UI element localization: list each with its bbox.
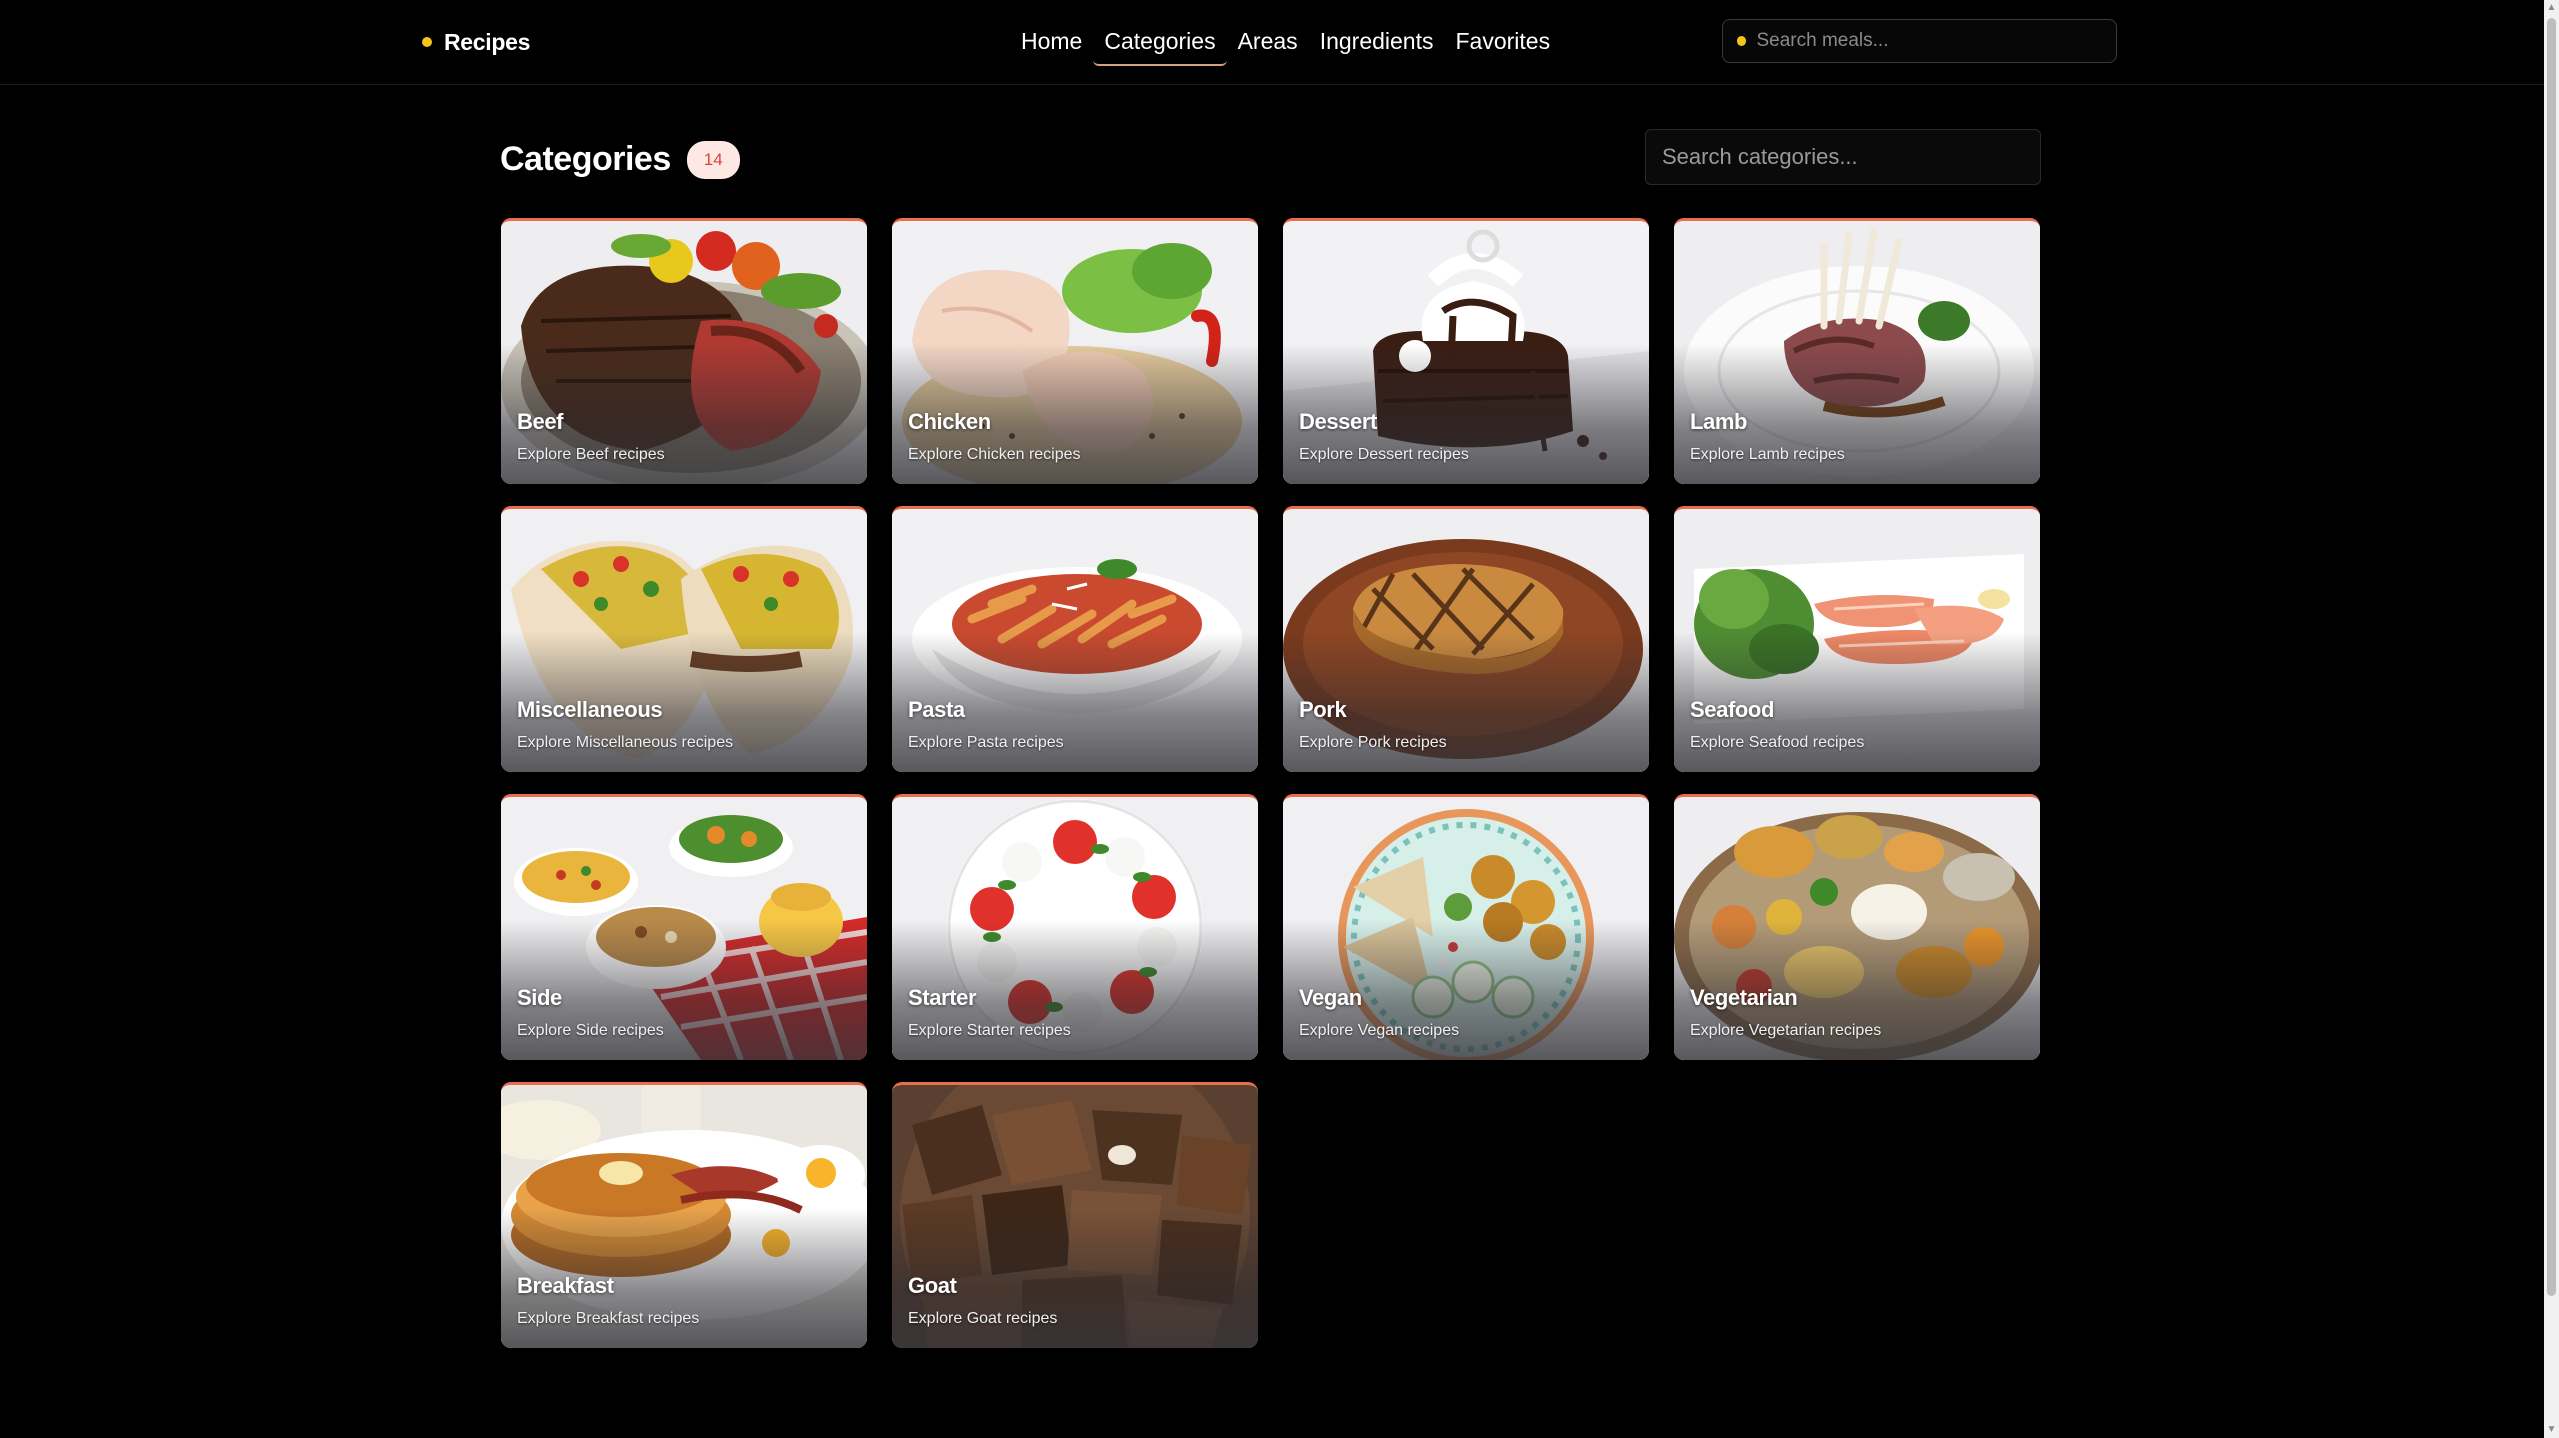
- top-navbar: Recipes Home Categories Areas Ingredient…: [0, 0, 2544, 85]
- category-description: Explore Dessert recipes: [1299, 446, 1469, 463]
- nav-areas[interactable]: Areas: [1227, 20, 1309, 66]
- category-card-goat[interactable]: Goat Explore Goat recipes: [892, 1082, 1258, 1348]
- category-card-lamb[interactable]: Lamb Explore Lamb recipes: [1674, 218, 2040, 484]
- category-card-vegetarian[interactable]: Vegetarian Explore Vegetarian recipes: [1674, 794, 2040, 1060]
- category-card-chicken[interactable]: Chicken Explore Chicken recipes: [892, 218, 1258, 484]
- brand-name: Recipes: [444, 28, 531, 55]
- category-card-breakfast[interactable]: Breakfast Explore Breakfast recipes: [501, 1082, 867, 1348]
- category-description: Explore Seafood recipes: [1690, 734, 1865, 751]
- category-card-side[interactable]: Side Explore Side recipes: [501, 794, 867, 1060]
- category-card-vegan[interactable]: Vegan Explore Vegan recipes: [1283, 794, 1649, 1060]
- category-name: Starter: [908, 985, 977, 1010]
- category-card-miscellaneous[interactable]: Miscellaneous Explore Miscellaneous reci…: [501, 506, 867, 772]
- scrollbar-thumb[interactable]: [2547, 18, 2556, 1296]
- category-description: Explore Breakfast recipes: [517, 1310, 700, 1327]
- main-nav: Home Categories Areas Ingredients Favori…: [1010, 20, 1561, 66]
- vertical-scrollbar[interactable]: ▲ ▼: [2544, 0, 2559, 1438]
- category-description: Explore Goat recipes: [908, 1310, 1058, 1327]
- category-name: Breakfast: [517, 1273, 614, 1298]
- category-description: Explore Pork recipes: [1299, 734, 1447, 751]
- category-card-starter[interactable]: Starter Explore Starter recipes: [892, 794, 1258, 1060]
- category-description: Explore Vegan recipes: [1299, 1022, 1460, 1039]
- category-name: Beef: [517, 409, 564, 434]
- category-description: Explore Chicken recipes: [908, 446, 1081, 463]
- page-title: Categories: [500, 140, 671, 178]
- meal-search-box: [1722, 19, 2117, 63]
- category-description: Explore Vegetarian recipes: [1690, 1022, 1882, 1039]
- brand-logo[interactable]: Recipes: [422, 26, 530, 58]
- meal-search-input[interactable]: [1756, 30, 2116, 52]
- category-name: Goat: [908, 1273, 957, 1298]
- category-name: Seafood: [1690, 697, 1774, 722]
- brand-dot-icon: [422, 37, 432, 47]
- category-description: Explore Beef recipes: [517, 446, 665, 463]
- category-name: Vegan: [1299, 985, 1362, 1010]
- category-description: Explore Lamb recipes: [1690, 446, 1845, 463]
- category-card-pasta[interactable]: Pasta Explore Pasta recipes: [892, 506, 1258, 772]
- category-name: Lamb: [1690, 409, 1748, 434]
- count-badge: 14: [686, 140, 740, 179]
- nav-ingredients[interactable]: Ingredients: [1309, 20, 1445, 66]
- category-card-pork[interactable]: Pork Explore Pork recipes: [1283, 506, 1649, 772]
- category-description: Explore Miscellaneous recipes: [517, 734, 734, 751]
- category-name: Pasta: [908, 697, 965, 722]
- category-grid: Beef Explore Beef recipes Chicken Explor…: [501, 218, 2040, 1348]
- category-name: Side: [517, 985, 562, 1010]
- category-name: Chicken: [908, 409, 991, 434]
- page-heading: Categories 14: [500, 140, 740, 179]
- category-description: Explore Side recipes: [517, 1022, 664, 1039]
- category-card-beef[interactable]: Beef Explore Beef recipes: [501, 218, 867, 484]
- category-name: Pork: [1299, 697, 1347, 722]
- scroll-up-arrow-icon[interactable]: ▲: [2544, 0, 2559, 16]
- category-description: Explore Starter recipes: [908, 1022, 1071, 1039]
- nav-categories[interactable]: Categories: [1093, 20, 1227, 66]
- nav-favorites[interactable]: Favorites: [1445, 20, 1562, 66]
- category-search-box: [1645, 129, 2041, 185]
- category-description: Explore Pasta recipes: [908, 734, 1064, 751]
- nav-home[interactable]: Home: [1010, 20, 1093, 66]
- category-search-input[interactable]: [1662, 144, 2024, 170]
- category-card-seafood[interactable]: Seafood Explore Seafood recipes: [1674, 506, 2040, 772]
- scroll-down-arrow-icon[interactable]: ▼: [2544, 1422, 2559, 1438]
- category-name: Dessert: [1299, 409, 1377, 434]
- category-name: Vegetarian: [1690, 985, 1798, 1010]
- search-dot-icon: [1737, 36, 1747, 46]
- category-name: Miscellaneous: [517, 697, 663, 722]
- category-card-dessert[interactable]: Dessert Explore Dessert recipes: [1283, 218, 1649, 484]
